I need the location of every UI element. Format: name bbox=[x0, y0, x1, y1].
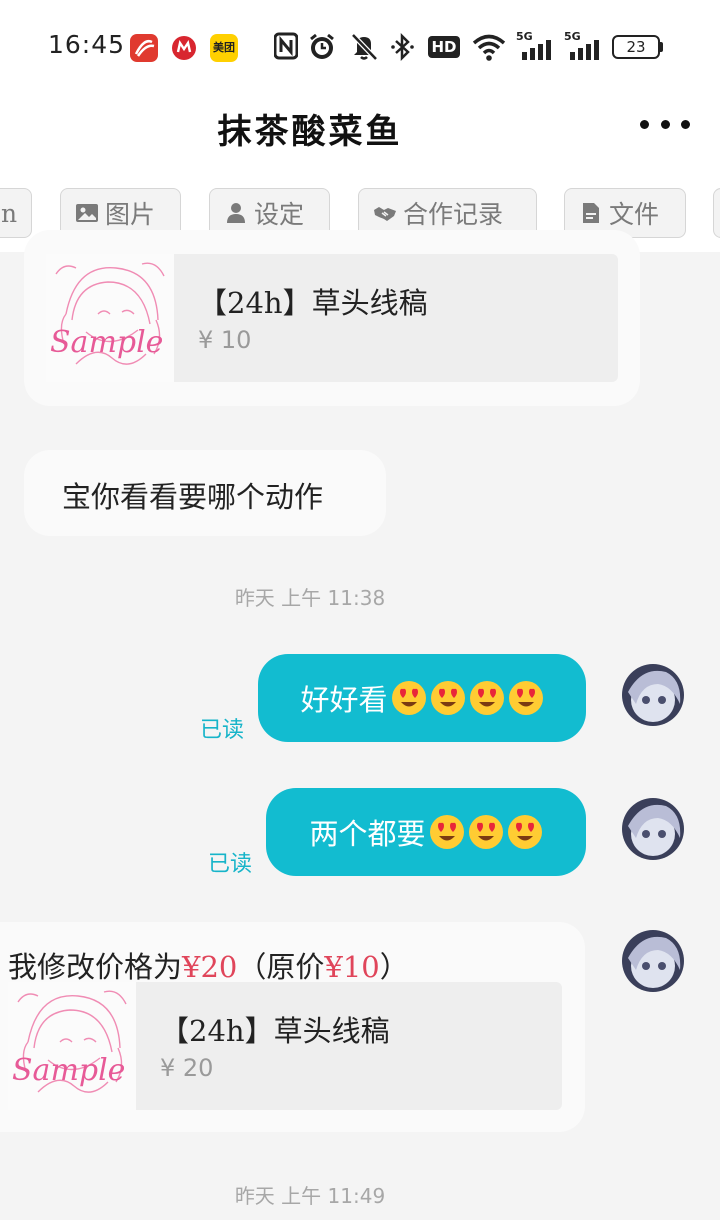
user-avatar[interactable] bbox=[622, 664, 684, 726]
wifi-icon bbox=[472, 32, 506, 62]
user-avatar[interactable] bbox=[622, 930, 684, 992]
message-text: 好好看 bbox=[300, 683, 388, 717]
more-dot bbox=[681, 119, 690, 129]
handshake-icon bbox=[374, 207, 396, 221]
price-change-prefix: 我修改价格为 bbox=[8, 950, 183, 984]
product-thumbnail[interactable]: Sample bbox=[46, 254, 174, 382]
sketch-sample-image: Sample bbox=[50, 262, 165, 365]
svg-text:Sample: Sample bbox=[12, 1053, 125, 1088]
hd-icon: HD bbox=[428, 36, 460, 58]
signal-5g-icon: 5G bbox=[564, 30, 602, 60]
product-price: ¥ 20 bbox=[160, 1054, 214, 1082]
old-price: ¥10 bbox=[324, 950, 380, 984]
battery-indicator: 23 bbox=[612, 35, 660, 59]
tab-partial[interactable]: n bbox=[0, 188, 32, 238]
heart-eyes-emoji-icon bbox=[469, 681, 504, 715]
tab-label: 图片 bbox=[105, 200, 156, 229]
sent-message-bubble[interactable]: 两个都要 bbox=[266, 788, 586, 876]
tab-overflow[interactable] bbox=[713, 188, 720, 238]
message-text: 两个都要 bbox=[309, 817, 426, 851]
read-receipt: 已读 bbox=[200, 718, 245, 743]
bluetooth-icon bbox=[390, 32, 416, 62]
status-bar: 16:45 美团 HD 5G 5G 23 bbox=[0, 0, 720, 92]
heart-eyes-emoji-icon bbox=[391, 681, 426, 715]
message-text: 宝你看看要哪个动作 bbox=[62, 480, 324, 514]
more-dot bbox=[660, 119, 670, 129]
message-timestamp: 昨天 上午 11:38 bbox=[234, 586, 386, 610]
xuexi-icon bbox=[130, 34, 158, 62]
heart-eyes-emoji-icon bbox=[468, 815, 503, 849]
price-change-text: 我修改价格为¥20（原价¥10） bbox=[8, 944, 409, 986]
product-title: 【24h】草头线稿 bbox=[198, 286, 428, 320]
chat-title: 抹茶酸菜鱼 bbox=[217, 112, 403, 152]
product-thumbnail[interactable]: Sample bbox=[8, 982, 136, 1110]
tab-label: 合作记录 bbox=[403, 200, 504, 229]
paren-close: ） bbox=[379, 950, 409, 984]
meituan-icon: 美团 bbox=[210, 34, 238, 62]
metro-icon bbox=[170, 34, 198, 62]
more-options-button[interactable] bbox=[640, 104, 690, 144]
user-avatar[interactable] bbox=[622, 798, 684, 860]
tab-label: 设定 bbox=[254, 200, 305, 229]
nfc-icon bbox=[273, 32, 299, 62]
alarm-icon bbox=[308, 32, 336, 62]
person-icon bbox=[227, 203, 245, 223]
tab-label: n bbox=[1, 198, 18, 228]
heart-eyes-emoji-icon bbox=[429, 815, 464, 849]
heart-eyes-emoji-icon bbox=[508, 681, 543, 715]
received-message-bubble[interactable]: 宝你看看要哪个动作 bbox=[24, 450, 386, 536]
new-price: ¥20 bbox=[182, 950, 238, 984]
heart-eyes-emoji-icon bbox=[430, 681, 465, 715]
status-time: 16:45 bbox=[48, 30, 126, 59]
more-dot bbox=[640, 119, 649, 129]
file-icon bbox=[583, 203, 599, 223]
read-receipt: 已读 bbox=[208, 852, 253, 877]
image-icon bbox=[76, 204, 98, 222]
tab-label: 文件 bbox=[609, 200, 660, 229]
product-title: 【24h】草头线稿 bbox=[160, 1014, 390, 1048]
product-price: ¥ 10 bbox=[198, 326, 252, 354]
paren-open: （原价 bbox=[237, 950, 325, 984]
signal-5g-icon: 5G bbox=[516, 30, 554, 60]
battery-tip bbox=[660, 42, 663, 52]
mute-icon bbox=[350, 32, 378, 62]
svg-text:Sample: Sample bbox=[50, 325, 163, 360]
heart-eyes-emoji-icon bbox=[507, 815, 542, 849]
sent-message-bubble[interactable]: 好好看 bbox=[258, 654, 586, 742]
message-timestamp: 昨天 上午 11:49 bbox=[234, 1184, 386, 1208]
sketch-sample-image: Sample bbox=[12, 990, 127, 1093]
